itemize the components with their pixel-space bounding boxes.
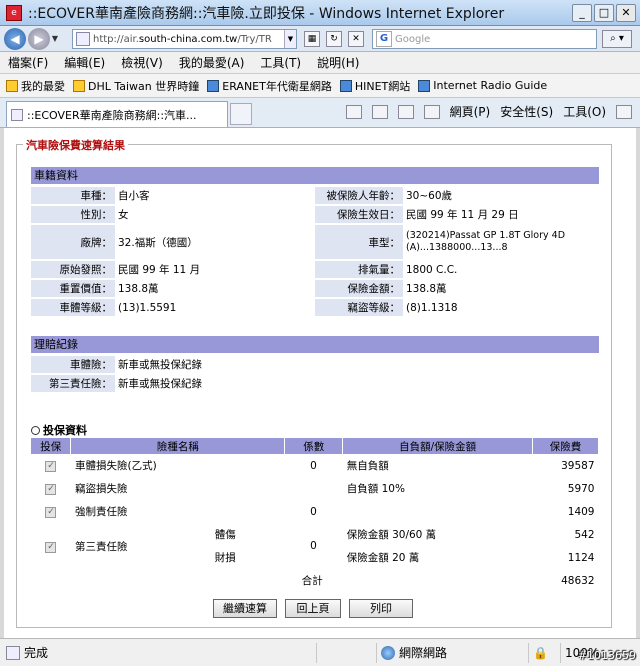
total-row: 合計 48632 <box>31 569 599 592</box>
col-coef: 係數 <box>284 438 344 454</box>
fav-item-eranet[interactable]: ERANET年代衛星網路 <box>207 78 332 94</box>
ie-icon: e <box>6 4 22 21</box>
fav-item-hinet[interactable]: HINET網站 <box>339 78 410 94</box>
claims-table: 車體險： 新車或無投保紀錄 第三責任險： 新車或無投保紀錄 <box>31 354 599 394</box>
history-dropdown-icon[interactable]: ▼ <box>50 34 60 43</box>
insure-checkbox[interactable]: ✓ <box>45 541 57 553</box>
google-icon: G <box>376 31 392 47</box>
table-row: 原始發照： 民國 99 年 11 月 排氣量： 1800 C.C. <box>31 261 599 278</box>
fav-item-dhl[interactable]: DHL Taiwan 世界時鐘 <box>73 78 199 94</box>
vehicle-header: 車籍資料 <box>31 167 599 184</box>
print-button[interactable]: 列印 <box>349 599 413 618</box>
maximize-button[interactable]: □ <box>594 3 614 22</box>
safety-menu[interactable]: 安全性(S) <box>500 103 553 120</box>
table-row: ✓ 竊盜損失險 自負額 10% 5970 <box>45 482 595 495</box>
page-icon <box>418 79 431 92</box>
col-premium: 保險費 <box>532 438 599 454</box>
table-row: 重置價值： 138.8萬 保險金額： 138.8萬 <box>31 280 599 297</box>
refresh-icon[interactable]: ↻ <box>326 31 342 47</box>
table-row: ✓ 第三責任險 體傷 財損 0 保險金額 30/60 萬 542 <box>45 528 595 564</box>
command-bar: 網頁(P) 安全性(S) 工具(O) <box>345 103 632 120</box>
favorites-bar: 我的最愛 DHL Taiwan 世界時鐘 ERANET年代衛星網路 HINET網… <box>0 74 640 98</box>
col-name: 險種名稱 <box>70 438 286 454</box>
star-icon <box>6 79 18 92</box>
continue-button[interactable]: 繼續速算 <box>213 599 277 618</box>
insurance-table: 投保 險種名稱 係數 自負額/保險金額 保險費 ✓ 車體損失險(乙式) 0 無自… <box>31 438 599 592</box>
action-buttons: 繼續速算 回上頁 列印 <box>213 599 413 618</box>
radio-bullet-icon <box>31 426 40 435</box>
table-row: 車體險： 新車或無投保紀錄 <box>31 356 599 373</box>
col-insure: 投保 <box>31 438 72 454</box>
address-bar: ◀ ▶ ▼ http://air.south-china.com.tw/Try/… <box>0 26 640 52</box>
col-deductible: 自負額/保險金額 <box>342 438 534 454</box>
page-icon <box>6 645 20 660</box>
watermark: #1013659 <box>577 649 636 662</box>
search-input[interactable]: G Google <box>372 29 597 49</box>
total-premium: 48632 <box>561 574 595 587</box>
minimize-button[interactable]: _ <box>572 3 592 22</box>
status-text: 完成 <box>24 646 49 660</box>
menu-favorites[interactable]: 我的最愛(A) <box>179 54 245 71</box>
forward-icon[interactable]: ▶ <box>28 27 50 50</box>
back-button[interactable]: 回上頁 <box>285 599 341 618</box>
insure-checkbox[interactable]: ✓ <box>45 461 57 472</box>
help-icon[interactable] <box>616 104 632 119</box>
status-bar: 完成 網際網路 🔒 100% <box>0 638 640 666</box>
page-content: 汽車險保費速算結果 車籍資料 車種： 自小客 被保險人年齡： 30~60歲 性別… <box>0 128 640 638</box>
menu-view[interactable]: 檢視(V) <box>121 54 163 71</box>
claims-header: 理賠紀錄 <box>31 336 599 353</box>
page-icon <box>339 79 352 92</box>
table-row: 第三責任險： 新車或無投保紀錄 <box>31 375 599 392</box>
table-row: 性別： 女 保險生效日： 民國 99 年 11 月 29 日 <box>31 206 599 223</box>
page-icon <box>11 108 23 121</box>
address-input[interactable]: http://air.south-china.com.tw/Try/TR ▼ <box>72 29 297 49</box>
insure-checkbox[interactable]: ✓ <box>45 507 57 518</box>
print-icon[interactable] <box>423 104 440 119</box>
table-row: ✓ 強制責任險 0 1409 <box>45 505 595 518</box>
title-bar: e ::ECOVER華南產險商務網::汽車險.立即投保 - Windows In… <box>0 0 640 26</box>
new-tab-button[interactable] <box>230 103 252 125</box>
add-favorite-icon <box>73 79 85 92</box>
compatibility-icon[interactable]: ▦ <box>304 31 320 47</box>
menu-edit[interactable]: 編輯(E) <box>64 54 105 71</box>
page-icon <box>76 32 90 46</box>
menu-tools[interactable]: 工具(T) <box>260 54 301 71</box>
mail-icon[interactable] <box>397 104 414 119</box>
table-row: 廠牌： 32.福斯（德國） 車型： (320214)Passat GP 1.8T… <box>31 225 599 259</box>
menu-bar: 檔案(F) 編輯(E) 檢視(V) 我的最愛(A) 工具(T) 說明(H) <box>0 52 640 74</box>
menu-help[interactable]: 說明(H) <box>317 54 359 71</box>
back-icon[interactable]: ◀ <box>4 27 26 50</box>
insure-checkbox[interactable]: ✓ <box>45 484 57 495</box>
window-title: ::ECOVER華南產險商務網::汽車險.立即投保 - Windows Inte… <box>28 5 505 22</box>
result-fieldset: 汽車險保費速算結果 車籍資料 車種： 自小客 被保險人年齡： 30~60歲 性別… <box>16 137 612 628</box>
table-row: 車體等級： (13)1.5591 竊盜等級： (8)1.1318 <box>31 299 599 316</box>
page-icon <box>207 79 220 92</box>
vehicle-table: 車種： 自小客 被保險人年齡： 30~60歲 性別： 女 保險生效日： 民國 9… <box>31 185 599 318</box>
tab-current[interactable]: ::ECOVER華南產險商務網::汽車... <box>6 101 228 127</box>
status-panel <box>316 642 376 663</box>
close-button[interactable]: ✕ <box>616 3 636 22</box>
favorites-button[interactable]: 我的最愛 <box>6 78 65 94</box>
result-legend: 汽車險保費速算結果 <box>23 137 128 153</box>
stop-icon[interactable]: ✕ <box>348 31 364 47</box>
page-menu[interactable]: 網頁(P) <box>450 103 491 120</box>
table-row: 車種： 自小客 被保險人年齡： 30~60歲 <box>31 187 599 204</box>
fav-item-radio[interactable]: Internet Radio Guide <box>418 79 547 92</box>
feeds-icon[interactable] <box>371 104 388 119</box>
address-dropdown-icon[interactable]: ▼ <box>284 30 296 48</box>
globe-icon <box>381 645 395 660</box>
search-icon[interactable]: ⌕ ▾ <box>602 30 632 48</box>
home-icon[interactable] <box>345 104 362 119</box>
table-row: ✓ 車體損失險(乙式) 0 無自負額 39587 <box>45 459 595 472</box>
protected-mode-icon[interactable]: 🔒 <box>528 642 560 663</box>
menu-file[interactable]: 檔案(F) <box>8 54 48 71</box>
tools-menu[interactable]: 工具(O) <box>563 103 606 120</box>
insurance-title: 投保資料 <box>31 422 87 438</box>
zone-indicator[interactable]: 網際網路 <box>376 642 528 663</box>
